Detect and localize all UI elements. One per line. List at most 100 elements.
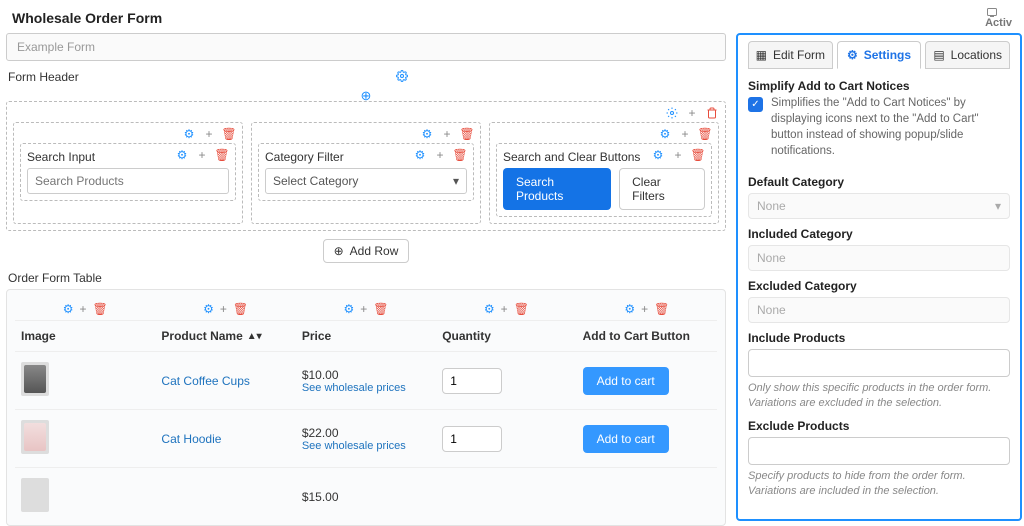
quantity-input[interactable] bbox=[442, 368, 502, 394]
price-value: $10.00 bbox=[302, 368, 430, 382]
trash-icon[interactable] bbox=[705, 106, 719, 120]
trash-icon[interactable]: 🗑 bbox=[215, 148, 229, 162]
simplify-checkbox[interactable]: ✓ bbox=[748, 97, 763, 112]
gear-icon[interactable]: ⚙ bbox=[413, 148, 427, 162]
default-category-select[interactable]: None▾ bbox=[748, 193, 1010, 219]
clear-filters-button[interactable]: Clear Filters bbox=[619, 168, 705, 210]
product-link[interactable]: Cat Coffee Cups bbox=[161, 374, 250, 388]
plus-icon[interactable]: + bbox=[79, 302, 86, 316]
th-price[interactable]: Price bbox=[296, 329, 436, 343]
trash-icon[interactable]: 🗑 bbox=[233, 302, 248, 316]
th-quantity[interactable]: Quantity bbox=[436, 329, 576, 343]
field-search-input[interactable]: ⚙ + 🗑 Search Input bbox=[20, 143, 236, 201]
column-search-buttons: ⚙ + 🗑 ⚙ + 🗑 Search and Clear Buttons Sea… bbox=[489, 122, 719, 224]
price-value: $22.00 bbox=[302, 426, 430, 440]
trash-icon[interactable]: 🗑 bbox=[654, 302, 669, 316]
hint-include-products: Only show this specific products in the … bbox=[748, 381, 1010, 411]
product-thumbnail[interactable] bbox=[21, 478, 49, 512]
gear-icon[interactable]: ⚙ bbox=[651, 148, 665, 162]
product-thumbnail[interactable] bbox=[21, 362, 49, 396]
gear-icon[interactable] bbox=[665, 106, 679, 120]
exclude-products-input[interactable] bbox=[748, 437, 1010, 465]
tab-locations[interactable]: ▤ Locations bbox=[925, 41, 1010, 69]
tab-settings[interactable]: ⚙ Settings bbox=[837, 41, 922, 69]
trash-icon[interactable]: 🗑 bbox=[698, 127, 712, 141]
gear-icon[interactable]: ⚙ bbox=[175, 148, 189, 162]
gear-icon: ⚙ bbox=[847, 48, 858, 62]
included-category-select[interactable]: None bbox=[748, 245, 1010, 271]
grid-icon: ▦ bbox=[756, 48, 767, 62]
label-included-category: Included Category bbox=[748, 227, 1010, 241]
plus-icon[interactable]: + bbox=[202, 127, 216, 141]
plus-icon[interactable]: + bbox=[440, 127, 454, 141]
trash-icon[interactable]: 🗑 bbox=[222, 127, 236, 141]
wholesale-prices-link[interactable]: See wholesale prices bbox=[302, 382, 430, 394]
plus-icon[interactable]: + bbox=[195, 148, 209, 162]
gear-icon[interactable] bbox=[395, 69, 409, 83]
plus-icon[interactable]: + bbox=[433, 148, 447, 162]
gear-icon[interactable]: ⚙ bbox=[63, 302, 74, 316]
plus-icon[interactable]: + bbox=[685, 106, 699, 120]
label-default-category: Default Category bbox=[748, 175, 1010, 189]
plus-icon[interactable]: + bbox=[360, 302, 367, 316]
trash-icon[interactable]: 🗑 bbox=[453, 148, 467, 162]
plus-icon[interactable]: + bbox=[501, 302, 508, 316]
search-input[interactable] bbox=[27, 168, 229, 194]
table-row: Cat Coffee Cups $10.00See wholesale pric… bbox=[15, 351, 717, 409]
activation-indicator: Activ bbox=[985, 6, 1012, 29]
chevron-down-icon: ▾ bbox=[453, 174, 459, 188]
gear-icon[interactable]: ⚙ bbox=[658, 127, 672, 141]
search-products-button[interactable]: Search Products bbox=[503, 168, 611, 210]
settings-panel: ▦ Edit Form ⚙ Settings ▤ Locations Simpl… bbox=[736, 33, 1022, 521]
plus-icon[interactable]: + bbox=[671, 148, 685, 162]
wholesale-prices-link[interactable]: See wholesale prices bbox=[302, 440, 430, 452]
plus-icon[interactable]: + bbox=[678, 127, 692, 141]
label-include-products: Include Products bbox=[748, 331, 1010, 345]
hint-exclude-products: Specify products to hide from the order … bbox=[748, 469, 1010, 499]
layout-icon: ▤ bbox=[933, 48, 944, 62]
column-search-input: ⚙ + 🗑 ⚙ + 🗑 Search Input bbox=[13, 122, 243, 224]
plus-icon[interactable]: + bbox=[220, 302, 227, 316]
th-add-to-cart[interactable]: Add to Cart Button bbox=[577, 329, 717, 343]
section-label-form-header: Form Header bbox=[8, 70, 79, 84]
gear-icon[interactable]: ⚙ bbox=[420, 127, 434, 141]
table-row: $15.00 bbox=[15, 467, 717, 525]
gear-icon[interactable]: ⚙ bbox=[344, 302, 355, 316]
plus-icon[interactable]: + bbox=[641, 302, 648, 316]
page-title: Wholesale Order Form bbox=[12, 10, 162, 26]
trash-icon[interactable]: 🗑 bbox=[460, 127, 474, 141]
category-select[interactable]: Select Category ▾ bbox=[265, 168, 467, 194]
breadcrumb[interactable]: Example Form bbox=[6, 33, 726, 61]
chevron-down-icon: ▾ bbox=[995, 199, 1001, 213]
setting-desc-simplify: Simplifies the "Add to Cart Notices" by … bbox=[771, 95, 1010, 159]
include-products-input[interactable] bbox=[748, 349, 1010, 377]
add-to-cart-button[interactable]: Add to cart bbox=[583, 367, 669, 395]
field-category-filter[interactable]: ⚙ + 🗑 Category Filter Select Category ▾ bbox=[258, 143, 474, 201]
excluded-category-select[interactable]: None bbox=[748, 297, 1010, 323]
price-value: $15.00 bbox=[302, 490, 430, 504]
trash-icon[interactable]: 🗑 bbox=[514, 302, 529, 316]
table-row: Cat Hoodie $22.00See wholesale prices Ad… bbox=[15, 409, 717, 467]
label-excluded-category: Excluded Category bbox=[748, 279, 1010, 293]
gear-icon[interactable]: ⚙ bbox=[624, 302, 635, 316]
trash-icon[interactable]: 🗑 bbox=[691, 148, 705, 162]
gear-icon[interactable]: ⚙ bbox=[203, 302, 214, 316]
quantity-input[interactable] bbox=[442, 426, 502, 452]
th-image[interactable]: Image bbox=[15, 329, 155, 343]
field-search-buttons[interactable]: ⚙ + 🗑 Search and Clear Buttons Search Pr… bbox=[496, 143, 712, 217]
th-product-name[interactable]: Product Name▲▾ bbox=[155, 329, 295, 343]
label-exclude-products: Exclude Products bbox=[748, 419, 1010, 433]
setting-title-simplify: Simplify Add to Cart Notices bbox=[748, 79, 1010, 93]
product-thumbnail[interactable] bbox=[21, 420, 49, 454]
trash-icon[interactable]: 🗑 bbox=[373, 302, 388, 316]
add-to-cart-button[interactable]: Add to cart bbox=[583, 425, 669, 453]
plus-circle-icon: ⊕ bbox=[334, 244, 344, 258]
trash-icon[interactable]: 🗑 bbox=[92, 302, 107, 316]
section-label-order-table: Order Form Table bbox=[8, 271, 102, 285]
gear-icon[interactable]: ⚙ bbox=[484, 302, 495, 316]
tab-edit-form[interactable]: ▦ Edit Form bbox=[748, 41, 833, 69]
product-link[interactable]: Cat Hoodie bbox=[161, 432, 221, 446]
add-row-button[interactable]: ⊕ Add Row bbox=[323, 239, 410, 263]
form-header-row: + ⚙ + 🗑 ⚙ + 🗑 bbox=[6, 101, 726, 231]
gear-icon[interactable]: ⚙ bbox=[182, 127, 196, 141]
